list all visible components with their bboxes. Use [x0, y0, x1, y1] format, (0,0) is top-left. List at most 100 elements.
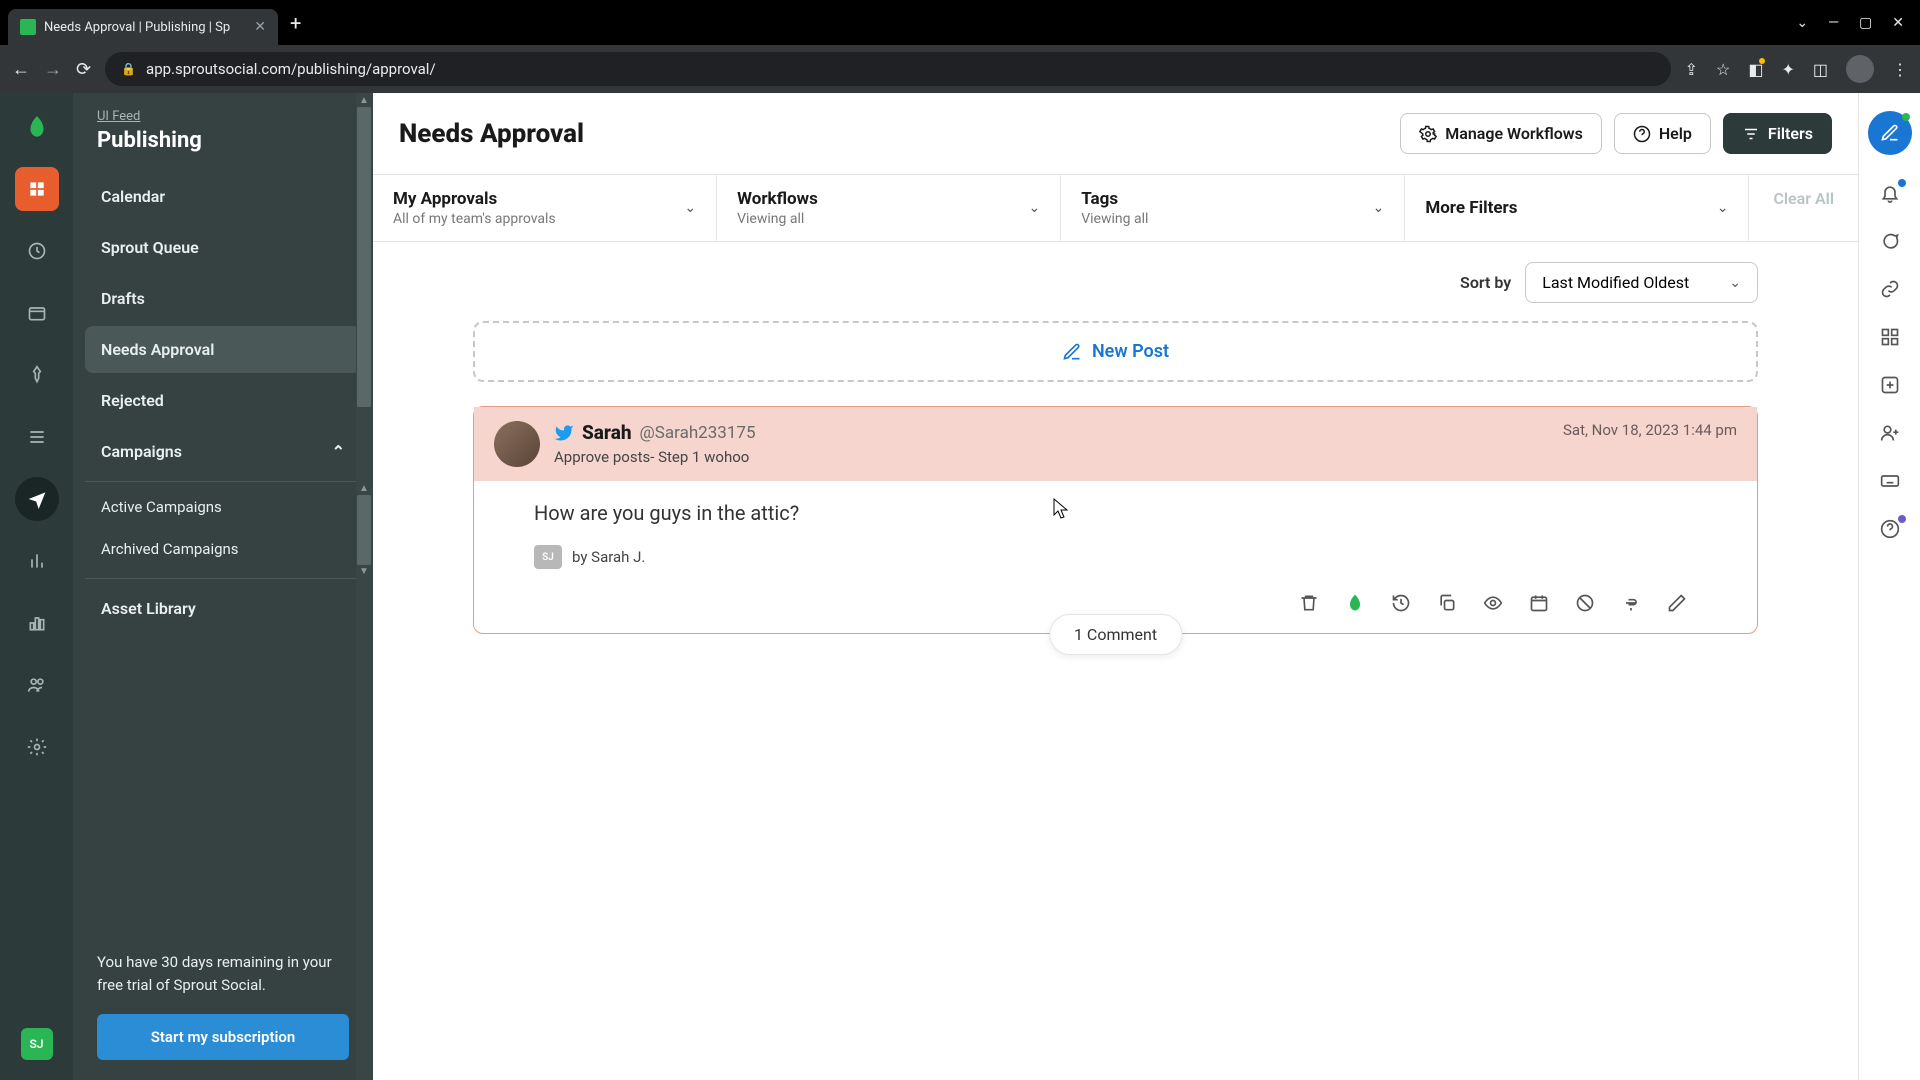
chevron-up-icon: ⌃ — [332, 442, 345, 461]
rail-reports-icon[interactable] — [15, 601, 59, 645]
help-icon[interactable] — [1880, 519, 1900, 539]
sidebar-item-sprout-queue[interactable]: Sprout Queue — [85, 224, 361, 271]
filter-tags[interactable]: Tags Viewing all ⌄ — [1061, 175, 1405, 241]
profile-avatar[interactable] — [1846, 55, 1874, 83]
lock-icon: 🔒 — [121, 62, 136, 76]
keyboard-icon[interactable] — [1880, 471, 1900, 491]
start-subscription-button[interactable]: Start my subscription — [97, 1014, 349, 1060]
forward-button[interactable]: → — [44, 59, 62, 80]
post-author-handle: @Sarah233175 — [640, 423, 756, 443]
maximize-icon[interactable]: ▢ — [1859, 15, 1872, 31]
menu-icon[interactable]: ⋮ — [1892, 60, 1908, 79]
button-label: Filters — [1768, 124, 1813, 143]
preview-icon[interactable] — [1483, 593, 1503, 613]
chevron-down-icon: ⌄ — [1717, 200, 1729, 216]
link-icon[interactable] — [1880, 279, 1900, 299]
help-button[interactable]: Help — [1614, 113, 1711, 154]
add-icon[interactable] — [1880, 375, 1900, 395]
minimize-icon[interactable]: — — [1828, 15, 1839, 31]
sort-label: Sort by — [1460, 273, 1511, 292]
filter-workflows[interactable]: Workflows Viewing all ⌄ — [717, 175, 1061, 241]
filter-label: My Approvals — [393, 189, 556, 209]
approve-icon[interactable] — [1621, 593, 1641, 613]
right-rail — [1858, 93, 1920, 1080]
bookmark-icon[interactable]: ☆ — [1716, 60, 1730, 79]
rail-list-icon[interactable] — [15, 415, 59, 459]
manage-workflows-button[interactable]: Manage Workflows — [1400, 113, 1602, 154]
history-icon[interactable] — [1391, 593, 1411, 613]
sidebar-item-drafts[interactable]: Drafts — [85, 275, 361, 322]
filter-sublabel: Viewing all — [737, 211, 818, 227]
rail-settings-icon[interactable] — [15, 725, 59, 769]
chevron-down-icon: ⌄ — [1373, 200, 1385, 216]
sidebar-item-rejected[interactable]: Rejected — [85, 377, 361, 424]
block-icon[interactable] — [1575, 593, 1595, 613]
notifications-icon[interactable] — [1880, 183, 1900, 203]
help-icon — [1633, 125, 1651, 143]
rail-analytics-icon[interactable] — [15, 539, 59, 583]
chevron-down-icon[interactable]: ⌄ — [1796, 15, 1808, 31]
sidebar-subitem-archived-campaigns[interactable]: Archived Campaigns — [85, 528, 373, 570]
tab-title: Needs Approval | Publishing | Sp — [44, 20, 246, 35]
invite-icon[interactable] — [1880, 423, 1900, 443]
sprout-icon[interactable] — [1345, 593, 1365, 613]
message-icon[interactable] — [1880, 231, 1900, 251]
main-content: Needs Approval Manage Workflows Help Fil… — [373, 93, 1858, 1080]
filter-more[interactable]: More Filters ⌄ — [1405, 175, 1749, 241]
sidebar-eyebrow[interactable]: UI Feed — [97, 109, 349, 124]
compose-fab[interactable] — [1868, 111, 1912, 155]
address-bar: ← → ⟳ 🔒 app.sproutsocial.com/publishing/… — [0, 45, 1920, 93]
tab-favicon — [20, 19, 36, 35]
sort-select[interactable]: Last Modified Oldest ⌄ — [1525, 262, 1758, 303]
share-icon[interactable]: ⇪ — [1685, 60, 1698, 79]
delete-icon[interactable] — [1299, 593, 1319, 613]
rail-people-icon[interactable] — [15, 663, 59, 707]
close-window-icon[interactable]: ✕ — [1892, 15, 1904, 31]
filters-button[interactable]: Filters — [1723, 113, 1832, 154]
rail-pin-icon[interactable] — [15, 353, 59, 397]
extension-icon[interactable]: ◧ — [1748, 60, 1763, 79]
filter-approvals[interactable]: My Approvals All of my team's approvals … — [373, 175, 717, 241]
sidebar-item-calendar[interactable]: Calendar — [85, 173, 361, 220]
sidebar-title: Publishing — [97, 128, 349, 153]
sidebar-subitem-active-campaigns[interactable]: Active Campaigns — [85, 486, 373, 528]
extensions-icon[interactable]: ✦ — [1781, 60, 1794, 79]
reload-button[interactable]: ⟳ — [76, 59, 91, 80]
post-actions — [534, 593, 1697, 613]
url-bar[interactable]: 🔒 app.sproutsocial.com/publishing/approv… — [105, 52, 1671, 86]
sidepanel-icon[interactable]: ◫ — [1813, 60, 1828, 79]
new-post-button[interactable]: New Post — [473, 321, 1758, 382]
button-label: New Post — [1092, 341, 1169, 362]
rail-inbox-icon[interactable] — [15, 291, 59, 335]
trial-message: You have 30 days remaining in your free … — [97, 951, 349, 996]
compose-icon — [1062, 342, 1082, 362]
edit-icon[interactable] — [1667, 593, 1687, 613]
rail-home-icon[interactable] — [15, 167, 59, 211]
post-date: Sat, Nov 18, 2023 1:44 pm — [1563, 421, 1737, 439]
url-text: app.sproutsocial.com/publishing/approval… — [146, 60, 436, 78]
clear-all-button[interactable]: Clear All — [1749, 175, 1858, 241]
rail-compass-icon[interactable] — [15, 229, 59, 273]
tab-close-icon[interactable]: ✕ — [254, 19, 266, 35]
back-button[interactable]: ← — [12, 59, 30, 80]
sprout-logo[interactable] — [15, 105, 59, 149]
new-tab-button[interactable]: + — [290, 11, 301, 35]
user-badge[interactable]: SJ — [21, 1028, 53, 1060]
calendar-icon[interactable] — [1529, 593, 1549, 613]
sidebar-item-asset-library[interactable]: Asset Library — [85, 585, 361, 632]
page-title: Needs Approval — [399, 119, 584, 149]
grid-icon[interactable] — [1880, 327, 1900, 347]
comment-count-pill[interactable]: 1 Comment — [1049, 614, 1182, 655]
copy-icon[interactable] — [1437, 593, 1457, 613]
sidebar-item-needs-approval[interactable]: Needs Approval — [85, 326, 361, 373]
sidebar: ▲ ▼ UI Feed Publishing Calendar Sprout Q… — [73, 93, 373, 1080]
sidebar-item-campaigns[interactable]: Campaigns ⌃ — [85, 428, 361, 475]
rail-publishing-icon[interactable] — [15, 477, 59, 521]
sidebar-item-label: Campaigns — [101, 442, 182, 461]
window-controls: ⌄ — ▢ ✕ — [1796, 15, 1912, 31]
post-step: Approve posts- Step 1 wohoo — [554, 448, 1549, 466]
browser-tab[interactable]: Needs Approval | Publishing | Sp ✕ — [8, 9, 278, 45]
button-label: Help — [1659, 124, 1692, 143]
chevron-down-icon: ⌄ — [684, 200, 696, 216]
sidebar-scrollbar[interactable]: ▲ ▼ — [356, 93, 373, 1080]
